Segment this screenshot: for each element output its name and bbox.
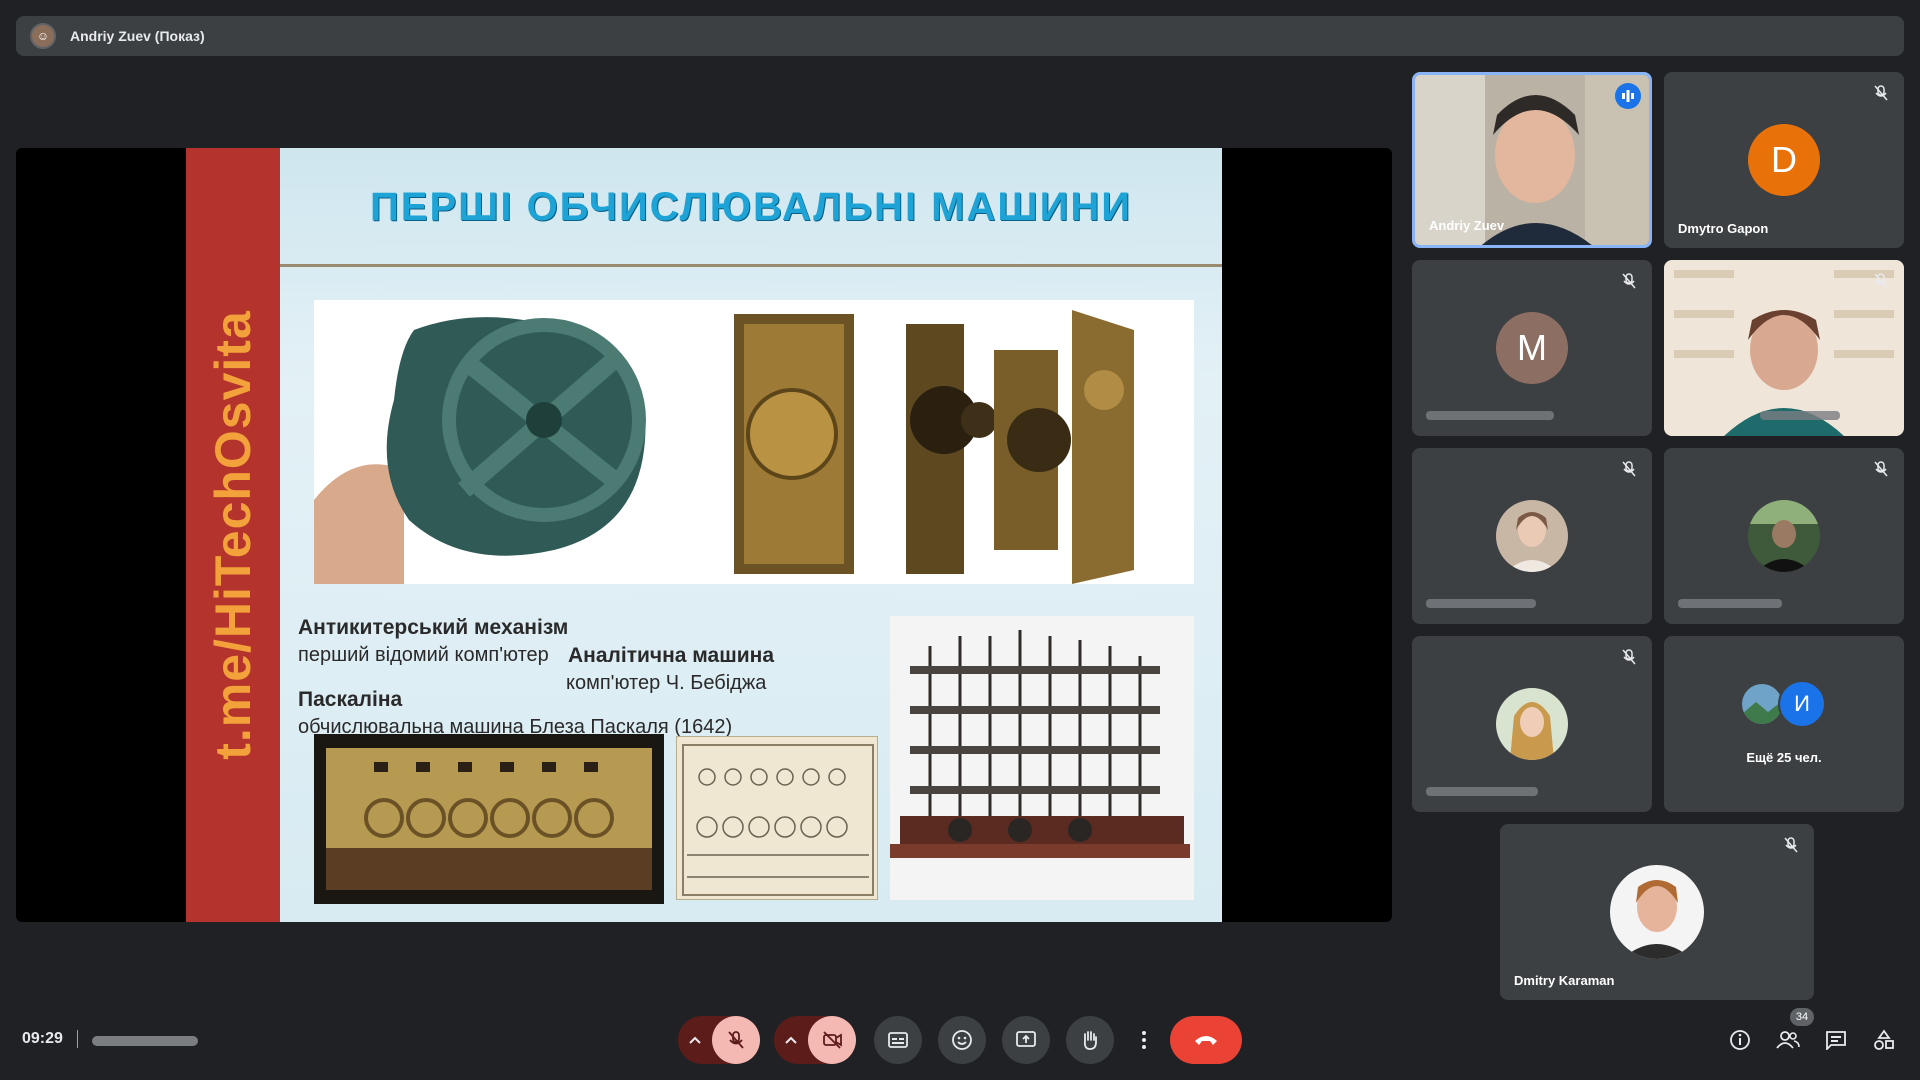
raise-hand-button[interactable] (1066, 1016, 1114, 1064)
slide-divider (280, 264, 1222, 267)
participant-avatar: M (1496, 312, 1568, 384)
slide-heading: ПЕРШІ ОБЧИСЛЮВАЛЬНІ МАШИНИ (370, 184, 1132, 229)
mic-off-icon (1784, 837, 1798, 853)
caption-pascaline-title: Паскаліна (298, 688, 403, 711)
caption-antikythera-title: Антикитерський механізм (298, 616, 569, 639)
reactions-button[interactable] (938, 1016, 986, 1064)
caption-analytical-sub: комп'ютер Ч. Бебіджа (566, 672, 767, 694)
meeting-toolbar: 09:29 34 (0, 1000, 1920, 1080)
captions-button[interactable] (874, 1016, 922, 1064)
analytical-engine-image (890, 616, 1194, 900)
participant-tile-video-2[interactable] (1664, 260, 1904, 436)
more-participants-label: Ещё 25 чел. (1746, 750, 1822, 765)
present-screen-icon (1016, 1031, 1036, 1047)
participant-name-blurred (1426, 787, 1538, 796)
caption-analytical-title: Аналітична машина (568, 644, 775, 667)
participant-name-blurred (1426, 599, 1536, 608)
participant-tile-andriy[interactable]: Andriy Zuev (1412, 72, 1652, 248)
participant-name-blurred (1678, 599, 1782, 608)
pascaline-image (314, 734, 664, 904)
phone-hangup-icon (1195, 1036, 1217, 1045)
presentation-slide: t.me/HiTechOsvita ПЕРШІ ОБЧИСЛЮВАЛЬНІ МА… (186, 148, 1222, 922)
participants-button[interactable] (1774, 1026, 1802, 1054)
camera-options-button[interactable] (774, 1016, 808, 1064)
presenter-bar: ☺ Andriy Zuev (Показ) (16, 16, 1904, 56)
mic-off-icon (1622, 649, 1636, 665)
slide-side-text: t.me/HiTechOsvita (205, 310, 261, 760)
participant-avatar: D (1748, 124, 1820, 196)
emoji-icon (952, 1030, 972, 1050)
participant-tile-dmytro[interactable]: D Dmytro Gapon (1664, 72, 1904, 248)
mic-off-icon (728, 1031, 744, 1049)
participant-name-blurred (1760, 411, 1840, 420)
divider (77, 1030, 78, 1048)
people-icon (1776, 1031, 1800, 1049)
camera-control-group (774, 1016, 856, 1064)
speaking-indicator-icon (1615, 83, 1641, 109)
participant-name: Dmitry Karaman (1514, 973, 1615, 988)
mic-control-group (678, 1016, 760, 1064)
mic-button[interactable] (712, 1016, 760, 1064)
chat-icon (1826, 1031, 1846, 1050)
participant-name: Andriy Zuev (1429, 218, 1505, 233)
presenter-title: Andriy Zuev (Показ) (70, 28, 205, 44)
more-options-button[interactable] (1130, 1016, 1158, 1064)
participant-name-blurred (1426, 411, 1554, 420)
participants-count-badge: 34 (1790, 1008, 1814, 1026)
participant-name: Dmytro Gapon (1678, 221, 1769, 236)
meeting-code-blurred (92, 1036, 198, 1046)
mic-off-icon (1874, 461, 1888, 477)
pascaline-drawing (676, 736, 878, 900)
more-participants-tile[interactable]: И Ещё 25 чел. (1664, 636, 1904, 812)
mic-off-icon (1622, 273, 1636, 289)
camera-button[interactable] (808, 1016, 856, 1064)
antikythera-image (314, 300, 1194, 584)
participant-avatar (1496, 500, 1568, 572)
mic-off-icon (1874, 273, 1888, 289)
chevron-up-icon (689, 1036, 701, 1044)
participant-avatar (1610, 865, 1704, 959)
hand-icon (1083, 1031, 1097, 1050)
leave-call-button[interactable] (1170, 1016, 1242, 1064)
shapes-icon (1874, 1029, 1894, 1050)
mic-off-icon (1622, 461, 1636, 477)
participant-tile-m[interactable]: M (1412, 260, 1652, 436)
meeting-time: 09:29 (22, 1030, 63, 1047)
participant-avatar: И (1778, 680, 1826, 728)
chat-button[interactable] (1822, 1026, 1850, 1054)
present-button[interactable] (1002, 1016, 1050, 1064)
captions-icon (888, 1032, 908, 1048)
meeting-info-button[interactable] (1726, 1026, 1754, 1054)
more-vert-icon (1142, 1031, 1146, 1049)
activities-button[interactable] (1870, 1026, 1898, 1054)
camera-off-icon (823, 1031, 842, 1049)
presenter-avatar: ☺ (30, 23, 56, 49)
participant-tile-photo-2[interactable] (1664, 448, 1904, 624)
participant-video (1664, 260, 1904, 436)
info-icon (1730, 1030, 1750, 1050)
participant-tile-photo-3[interactable] (1412, 636, 1652, 812)
participant-avatar (1496, 688, 1568, 760)
caption-antikythera-sub: перший відомий комп'ютер (298, 644, 549, 666)
shared-screen: t.me/HiTechOsvita ПЕРШІ ОБЧИСЛЮВАЛЬНІ МА… (16, 148, 1392, 922)
mic-off-icon (1874, 85, 1888, 101)
mic-options-button[interactable] (678, 1016, 712, 1064)
participant-tile-photo-1[interactable] (1412, 448, 1652, 624)
participant-avatar (1748, 500, 1820, 572)
participant-tile-dmitry[interactable]: Dmitry Karaman (1500, 824, 1814, 1000)
chevron-up-icon (785, 1036, 797, 1044)
